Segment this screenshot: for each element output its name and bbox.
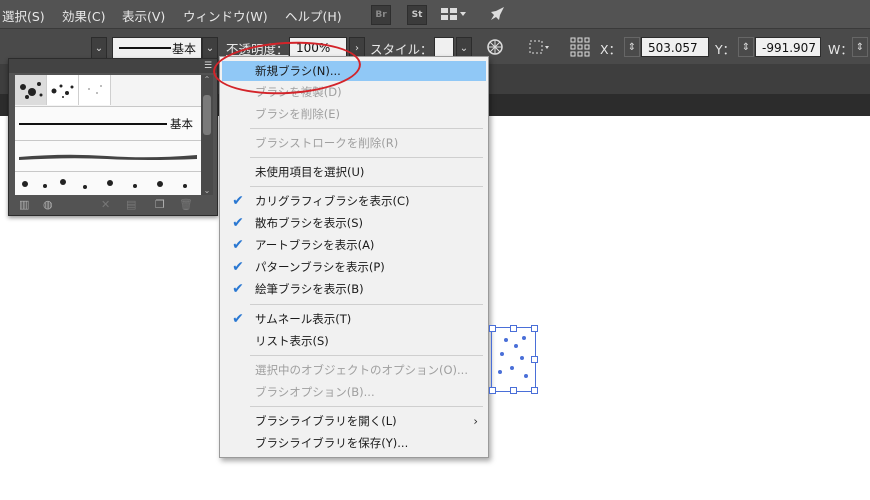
artwork-dot — [514, 344, 518, 348]
menu-item-show-art[interactable]: ✔ アートブラシを表示(A) — [220, 235, 488, 255]
menu-item-thumbnail-view[interactable]: ✔ サムネール表示(T) — [220, 309, 488, 329]
x-stepper[interactable]: ⇕ — [624, 37, 640, 57]
brush-row-splatter[interactable] — [15, 171, 201, 195]
submenu-arrow-icon: › — [473, 414, 478, 428]
menu-view[interactable]: 表示(V) — [122, 6, 165, 25]
menu-separator — [250, 355, 483, 356]
brush-definition-field[interactable]: 基本 — [112, 37, 202, 59]
workspace-layout-icon[interactable] — [440, 7, 466, 21]
panel-footer: ▥ ◍ ✕ ▤ ❐ 🗑 — [9, 197, 217, 215]
brush-panel: ☰ 基本 ⌃ ⌄ ▥ ◍ ✕ ▤ ❐ 🗑 — [8, 58, 218, 216]
menu-item-show-scatter[interactable]: ✔ 散布ブラシを表示(S) — [220, 213, 488, 233]
panel-tab-strip[interactable] — [9, 59, 217, 73]
menu-help[interactable]: ヘルプ(H) — [285, 6, 342, 25]
selection-handle[interactable] — [510, 387, 517, 394]
brush-definition-dropdown[interactable]: ⌄ — [202, 37, 218, 59]
checkmark-icon: ✔ — [232, 281, 244, 297]
checkmark-icon: ✔ — [232, 259, 244, 275]
checkmark-icon: ✔ — [232, 193, 244, 209]
selection-handle[interactable] — [531, 356, 538, 363]
basic-stroke-preview — [19, 123, 167, 125]
brush-definition-label: 基本 — [171, 42, 196, 56]
brush-stroke-preview — [119, 47, 171, 49]
checkmark-icon: ✔ — [232, 311, 244, 327]
style-swatch[interactable] — [434, 37, 454, 57]
brush-options-icon[interactable]: ▤ — [126, 198, 136, 211]
brush-row-basic[interactable]: 基本 — [15, 106, 201, 140]
scatter-brush-thumb-2[interactable] — [47, 75, 79, 105]
artwork-dot — [498, 370, 502, 374]
menu-window[interactable]: ウィンドウ(W) — [183, 6, 268, 25]
menu-select[interactable]: 選択(S) — [2, 6, 45, 25]
artwork-dot — [500, 352, 504, 356]
delete-brush-icon[interactable]: 🗑 — [179, 198, 193, 211]
menu-separator — [250, 406, 483, 407]
scroll-up-icon[interactable]: ⌃ — [201, 75, 213, 84]
menu-separator — [250, 128, 483, 129]
brush-thumbnail-row — [15, 75, 111, 105]
menu-item-show-calligraphic[interactable]: ✔ カリグラフィブラシを表示(C) — [220, 191, 488, 211]
brush-list-scrollbar[interactable]: ⌃ ⌄ — [201, 75, 213, 195]
w-stepper[interactable]: ⇕ — [852, 37, 868, 57]
checkmark-icon: ✔ — [232, 237, 244, 253]
selection-handle[interactable] — [489, 325, 496, 332]
menu-item-selected-object-options[interactable]: 選択中のオブジェクトのオプション(O)... — [220, 360, 488, 380]
menu-item-remove-brush-stroke[interactable]: ブラシストロークを削除(R) — [220, 133, 488, 153]
menu-item-show-bristle[interactable]: ✔ 絵筆ブラシを表示(B) — [220, 279, 488, 299]
new-brush-icon[interactable]: ❐ — [155, 198, 165, 211]
stock-icon[interactable]: St — [407, 5, 427, 25]
menu-separator — [250, 304, 483, 305]
y-field[interactable]: -991.907 px — [755, 37, 821, 57]
scroll-thumb[interactable] — [203, 95, 211, 135]
menu-item-open-brush-library[interactable]: ブラシライブラリを開く(L) › — [220, 411, 488, 431]
scroll-down-icon[interactable]: ⌄ — [201, 186, 213, 195]
selected-artwork[interactable] — [489, 325, 538, 394]
bridge-icon[interactable]: Br — [371, 5, 391, 25]
menu-item-brush-options[interactable]: ブラシオプション(B)... — [220, 382, 488, 402]
artwork-dot — [504, 338, 508, 342]
menu-separator — [250, 157, 483, 158]
selection-handle[interactable] — [489, 387, 496, 394]
selection-handle[interactable] — [510, 325, 517, 332]
rocket-icon[interactable] — [488, 5, 506, 23]
artwork-dot — [520, 356, 524, 360]
menu-bar: 選択(S) 効果(C) 表示(V) ウィンドウ(W) ヘルプ(H) Br St — [0, 0, 870, 28]
selection-handle[interactable] — [531, 387, 538, 394]
scatter-brush-thumb-3[interactable] — [79, 75, 111, 105]
menu-item-list-view[interactable]: リスト表示(S) — [220, 331, 488, 351]
variable-width-dropdown[interactable]: ⌄ — [91, 37, 107, 59]
y-label: Y： — [715, 42, 736, 57]
x-field[interactable]: 503.057 px — [641, 37, 709, 57]
menu-item-delete-brush[interactable]: ブラシを削除(E) — [220, 104, 488, 124]
brush-row-charcoal[interactable] — [15, 140, 201, 171]
reference-point-icon[interactable] — [570, 37, 590, 57]
brush-row-basic-label: 基本 — [170, 117, 193, 131]
brush-list: 基本 — [15, 75, 201, 195]
menu-effect[interactable]: 効果(C) — [62, 6, 105, 25]
artwork-dot — [524, 374, 528, 378]
w-label: W： — [828, 42, 853, 57]
artwork-dot — [510, 366, 514, 370]
menu-item-select-unused[interactable]: 未使用項目を選択(U) — [220, 162, 488, 182]
artwork-dot — [522, 336, 526, 340]
remove-stroke-icon[interactable]: ✕ — [101, 198, 110, 211]
libraries-panel-icon[interactable]: ◍ — [43, 198, 53, 211]
menu-separator — [250, 186, 483, 187]
brush-library-icon[interactable]: ▥ — [19, 198, 29, 211]
selection-handle[interactable] — [531, 325, 538, 332]
menu-item-save-brush-library[interactable]: ブラシライブラリを保存(Y)... — [220, 433, 488, 453]
brush-panel-flyout-menu: 新規ブラシ(N)... ブラシを複製(D) ブラシを削除(E) ブラシストローク… — [219, 56, 489, 458]
scatter-brush-thumb-1[interactable] — [15, 75, 47, 105]
y-stepper[interactable]: ⇕ — [738, 37, 754, 57]
align-icon[interactable] — [528, 38, 552, 56]
x-label: X： — [600, 42, 622, 57]
menu-item-show-pattern[interactable]: ✔ パターンブラシを表示(P) — [220, 257, 488, 277]
recolor-artwork-icon[interactable] — [486, 38, 504, 56]
checkmark-icon: ✔ — [232, 215, 244, 231]
